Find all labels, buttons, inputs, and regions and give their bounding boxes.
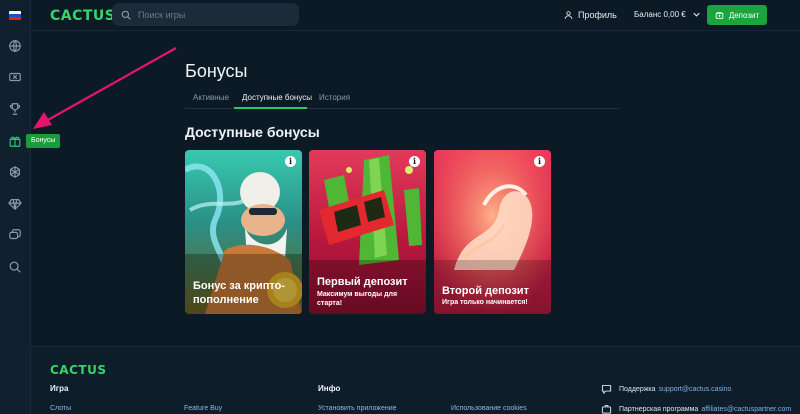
info-icon[interactable]: i [409,156,420,167]
bonus-tabs: Активные Доступные бонусы История [185,87,619,109]
search-icon[interactable] [8,260,22,274]
card-title-line2: пополнение [193,294,259,306]
tournament-icon[interactable] [8,165,22,179]
profile-label: Профиль [578,10,617,20]
sidebar [0,0,31,414]
chat-icon [601,385,612,394]
card-subtitle: Игра только начинается! [442,299,528,306]
support-label: Поддержка [619,385,656,393]
user-icon [564,11,573,19]
support-contact: Поддержка support@cactus.casino [601,384,731,394]
language-flag-icon[interactable] [9,11,21,20]
footer-heading-info: Инфо [318,384,341,393]
deposit-button[interactable]: Депозит [707,5,767,25]
trophy-icon[interactable] [8,102,22,116]
info-icon[interactable]: i [285,156,296,167]
footer-heading-game: Игра [50,384,69,393]
search-input[interactable] [138,9,288,20]
support-email-link[interactable]: support@cactus.casino [659,386,732,393]
bonus-card-crypto[interactable]: i Бонус за крипто- пополнение [185,150,302,314]
section-title: Доступные бонусы [185,124,320,140]
balance-label: Баланс 0,00 € [634,10,686,19]
tab-active[interactable]: Активные [193,93,229,102]
wallet-icon [715,11,724,19]
search-icon [121,10,131,20]
gift-icon[interactable] [8,134,22,148]
partner-contact: Партнерская программа affiliates@cactusp… [601,404,791,414]
active-tab-indicator [234,107,307,109]
bonus-card-second-deposit[interactable]: i Второй депозит Игра только начинается! [434,150,551,314]
search-box[interactable] [112,3,299,26]
card-subtitle-line2: старта! [317,300,343,307]
ticket-icon[interactable] [8,70,22,84]
footer-link-slots[interactable]: Слоты [50,405,71,412]
brand-logo[interactable]: CACTUS [50,8,115,24]
footer: CACTUS Игра Инфо Слоты Feature Buy Устан… [31,346,800,414]
card-title-line1: Бонус за крипто- [193,280,286,292]
sidebar-tooltip-bonuses: Бонусы [26,134,61,148]
tab-available-bonuses[interactable]: Доступные бонусы [242,93,312,102]
diamond-icon[interactable] [8,197,22,211]
chevron-down-icon [693,12,700,17]
deposit-label: Депозит [728,10,760,20]
footer-link-install-app[interactable]: Установить приложение [318,405,397,412]
profile-link[interactable]: Профиль [564,10,617,20]
bonus-card-first-deposit[interactable]: i Первый депозит Максимум выгоды для ста… [309,150,426,314]
card-subtitle-line1: Максимум выгоды для [317,291,398,298]
footer-link-cookies[interactable]: Использование cookies [451,405,527,412]
card-title: Второй депозит [442,285,529,297]
balance-dropdown[interactable]: Баланс 0,00 € [634,10,700,19]
tab-history[interactable]: История [319,93,350,102]
chat-icon[interactable] [8,228,22,242]
footer-link-feature-buy[interactable]: Feature Buy [184,405,222,412]
partner-email-link[interactable]: affiliates@cactuspartner.com [701,406,791,413]
briefcase-icon [601,405,612,414]
footer-logo[interactable]: CACTUS [50,363,106,377]
top-bar: CACTUS Профиль Баланс 0,00 € Депозит [31,0,800,31]
page-title: Бонусы [185,61,248,81]
partner-label: Партнерская программа [619,405,699,413]
card-title: Первый депозит [317,276,408,288]
globe-icon[interactable] [8,39,22,53]
info-icon[interactable]: i [534,156,545,167]
